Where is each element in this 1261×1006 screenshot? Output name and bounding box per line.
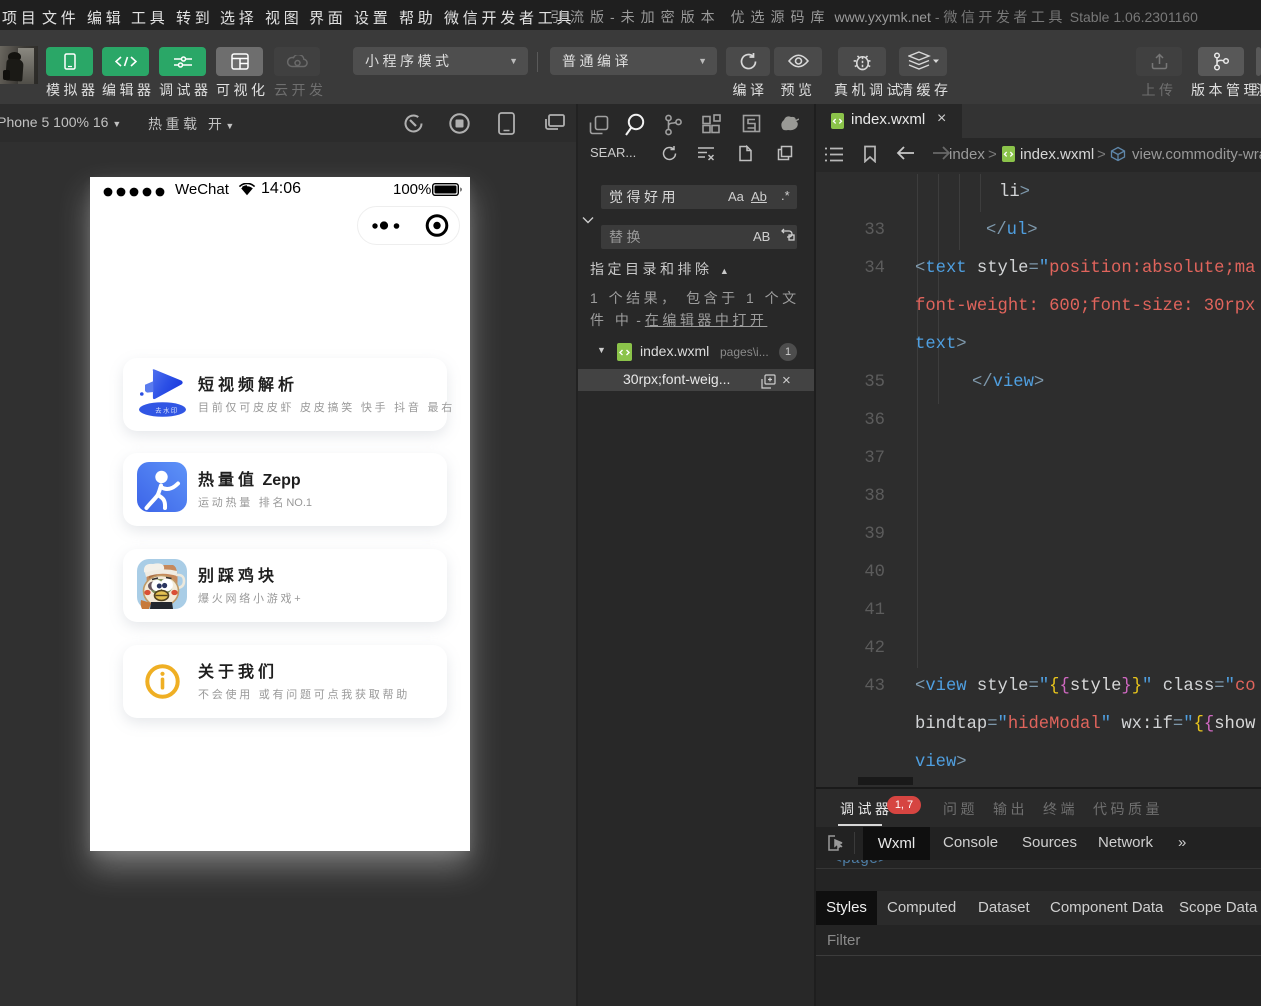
svg-text:去水印: 去水印 — [155, 405, 178, 414]
